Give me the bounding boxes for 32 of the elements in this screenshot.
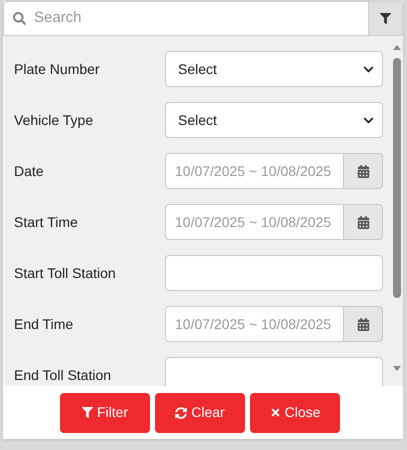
calendar-button[interactable] <box>344 153 383 189</box>
close-icon <box>270 407 281 418</box>
field-label: Vehicle Type <box>14 110 94 130</box>
field-label: End Time <box>14 314 74 334</box>
filter-icon <box>380 13 391 24</box>
calendar-button[interactable] <box>344 306 383 342</box>
date-range-field[interactable]: 10/07/2025 ~ 10/08/2025 <box>165 204 344 240</box>
filter-icon <box>82 407 93 418</box>
refresh-icon <box>175 406 188 418</box>
select-dropdown[interactable]: Select <box>165 102 383 138</box>
date-range-field[interactable]: 10/07/2025 ~ 10/08/2025 <box>165 306 344 342</box>
select-dropdown[interactable]: Select <box>165 51 383 87</box>
text-field[interactable] <box>165 357 383 386</box>
filter-button[interactable]: Filter <box>60 392 150 432</box>
close-button[interactable]: Close <box>250 392 340 432</box>
field-label: Date <box>14 162 44 180</box>
calendar-icon <box>356 164 370 178</box>
date-range-field[interactable]: 10/07/2025 ~ 10/08/2025 <box>165 153 344 189</box>
search-icon <box>13 12 26 25</box>
field-label: End Toll Station <box>14 366 112 384</box>
field-label: Plate Number <box>14 60 100 78</box>
clear-button[interactable]: Clear <box>155 392 245 432</box>
field-label: Start Time <box>14 212 78 232</box>
calendar-icon <box>356 216 370 228</box>
calendar-button[interactable] <box>344 204 383 240</box>
chevron-down-icon <box>363 64 374 74</box>
calendar-icon <box>356 318 370 330</box>
search-field[interactable]: Search <box>3 1 369 36</box>
field-label: Start Toll Station <box>14 264 116 282</box>
filter-toggle-button[interactable] <box>369 1 403 36</box>
chevron-down-icon <box>363 114 374 126</box>
text-field[interactable] <box>165 255 383 291</box>
